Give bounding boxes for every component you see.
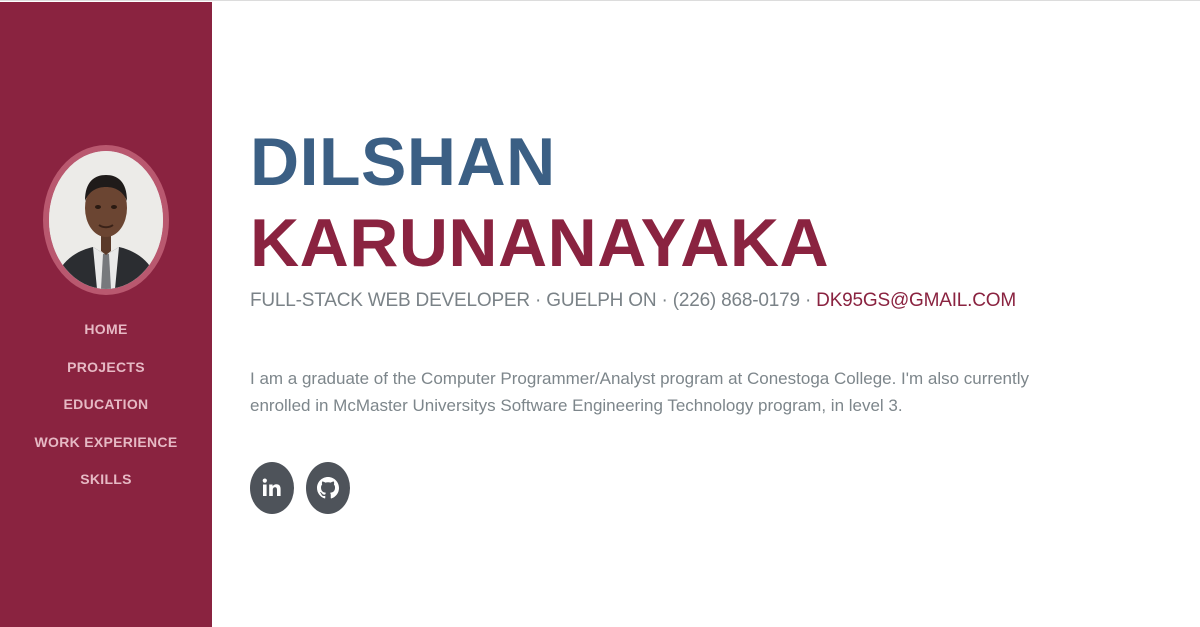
profile-photo bbox=[49, 151, 163, 289]
first-name: DILSHAN bbox=[250, 124, 556, 200]
separator: · bbox=[661, 290, 668, 311]
social-icons bbox=[250, 462, 350, 514]
linkedin-icon bbox=[262, 478, 281, 496]
sidebar: HOME PROJECTS EDUCATION WORK EXPERIENCE … bbox=[0, 2, 212, 627]
github-icon bbox=[317, 477, 339, 499]
nav-item-skills[interactable]: SKILLS bbox=[0, 470, 212, 508]
linkedin-button[interactable] bbox=[250, 462, 294, 514]
last-name: KARUNANAYAKA bbox=[250, 205, 830, 281]
separator: · bbox=[804, 290, 812, 311]
nav-item-projects[interactable]: PROJECTS bbox=[0, 358, 212, 396]
bio: I am a graduate of the Computer Programm… bbox=[250, 369, 1029, 415]
avatar bbox=[49, 151, 163, 289]
nav-item-home[interactable]: HOME bbox=[0, 320, 212, 358]
email-link[interactable]: DK95GS@GMAIL.COM bbox=[816, 290, 1016, 311]
sidebar-nav: HOME PROJECTS EDUCATION WORK EXPERIENCE … bbox=[0, 320, 212, 508]
role: FULL-STACK WEB DEVELOPER bbox=[250, 290, 530, 311]
avatar-frame bbox=[43, 145, 169, 295]
main-content: DILSHAN KARUNANAYAKA FULL-STACK WEB DEVE… bbox=[250, 1, 1170, 627]
phone: (226) 868-0179 bbox=[672, 290, 800, 311]
page: HOME PROJECTS EDUCATION WORK EXPERIENCE … bbox=[0, 0, 1200, 627]
separator: · bbox=[535, 290, 542, 311]
subheading: FULL-STACK WEB DEVELOPER · GUELPH ON · (… bbox=[250, 289, 1016, 313]
nav-item-work-experience[interactable]: WORK EXPERIENCE bbox=[0, 433, 212, 471]
nav-item-education[interactable]: EDUCATION bbox=[0, 395, 212, 433]
location: GUELPH ON bbox=[546, 290, 657, 311]
github-button[interactable] bbox=[306, 462, 350, 514]
